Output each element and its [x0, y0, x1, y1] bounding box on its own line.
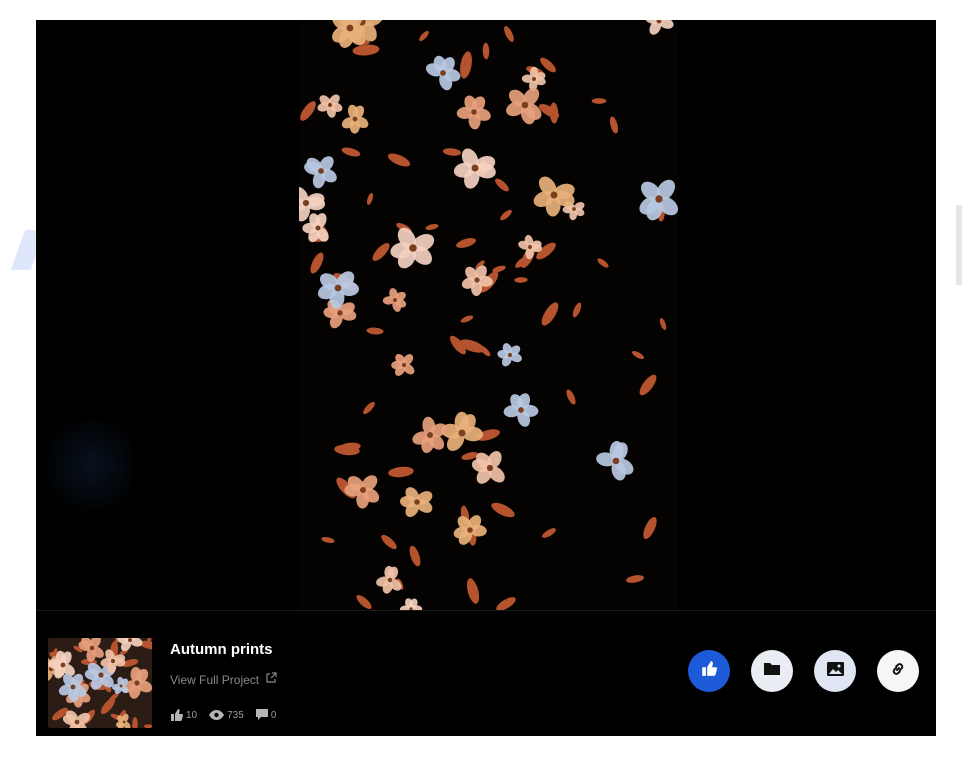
appreciations-stat: 10: [170, 709, 197, 721]
flower-motif: [456, 95, 491, 130]
leaf-motif: [626, 575, 644, 583]
flower-motif: [344, 475, 380, 509]
flower-motif: [506, 87, 542, 125]
leaf-motif: [366, 193, 374, 205]
leaf-motif: [609, 116, 619, 134]
leaf-motif: [514, 277, 528, 283]
flower-motif: [412, 416, 447, 453]
leaf-motif: [541, 302, 559, 326]
leaf-motif: [659, 318, 667, 330]
save-to-moodboard-button[interactable]: [814, 650, 856, 692]
leaf-motif: [496, 597, 516, 610]
leaf-motif: [409, 545, 421, 567]
flower-motif: [382, 288, 407, 312]
leaf-motif: [456, 238, 476, 248]
like-button[interactable]: [688, 650, 730, 692]
flower-motif: [441, 411, 484, 451]
leaf-motif: [542, 528, 556, 538]
views-stat: 735: [209, 710, 244, 721]
leaf-motif: [387, 153, 411, 167]
leaf-motif: [356, 595, 372, 609]
stage-glow: [46, 410, 136, 520]
flower-motif: [399, 598, 423, 610]
link-icon: [890, 661, 906, 682]
flower-motif: [596, 441, 634, 481]
leaf-motif: [363, 401, 375, 415]
flower-motif: [497, 343, 522, 367]
folder-icon: [764, 662, 780, 680]
project-viewer: Autumn prints View Full Project 10 735 0: [36, 20, 936, 736]
leaf-motif: [388, 466, 414, 478]
comments-count: 0: [270, 709, 277, 721]
leaf-motif: [341, 147, 361, 157]
leaf-motif: [643, 516, 657, 540]
leaf-motif: [352, 44, 380, 56]
save-to-collection-button[interactable]: [751, 650, 793, 692]
thumbs-up-icon: [701, 661, 718, 681]
project-stats: 10 735 0: [170, 709, 282, 721]
floral-pattern-svg: [299, 20, 678, 610]
action-buttons: [36, 650, 936, 694]
leaf-motif: [500, 209, 512, 221]
leaf-motif: [639, 374, 657, 396]
leaf-motif: [425, 223, 439, 231]
flower-motif: [317, 94, 343, 118]
leaf-motif: [632, 350, 644, 360]
leaf-motif: [482, 42, 490, 60]
leaf-motif: [460, 315, 474, 323]
flower-motif: [304, 156, 337, 189]
leaf-motif: [381, 534, 397, 550]
project-info-bar: Autumn prints View Full Project 10 735 0: [36, 611, 936, 736]
leaf-motif: [366, 327, 384, 335]
thumbs-up-icon: [170, 709, 183, 721]
image-icon: [826, 661, 844, 681]
flower-motif: [341, 104, 369, 134]
leaf-motif: [321, 537, 335, 543]
flower-motif: [644, 20, 674, 35]
leaf-motif: [491, 502, 515, 518]
leaf-motif: [591, 98, 607, 104]
views-count: 735: [227, 709, 244, 721]
leaf-motif: [504, 26, 514, 42]
leaf-motif: [566, 389, 576, 405]
flower-motif: [521, 66, 546, 92]
leaf-motif: [372, 243, 390, 261]
leaf-motif: [597, 258, 609, 268]
comment-icon: [255, 709, 268, 721]
flower-motif: [390, 227, 435, 269]
flower-motif: [503, 393, 539, 427]
leaf-motif: [419, 30, 429, 42]
leaf-motif: [310, 252, 324, 274]
floral-artwork-image[interactable]: [299, 20, 678, 610]
flower-motif: [639, 179, 678, 221]
leaf-motif: [442, 148, 462, 156]
leaf-motif: [300, 101, 316, 121]
appreciations-count: 10: [186, 709, 198, 721]
image-stage: [36, 20, 936, 610]
background-decoration: [956, 205, 962, 285]
eye-icon: [209, 710, 225, 720]
leaf-motif: [495, 178, 509, 192]
copy-link-button[interactable]: [877, 650, 919, 692]
flower-motif: [400, 487, 433, 518]
leaf-motif: [466, 578, 480, 604]
flower-motif: [425, 55, 461, 91]
leaf-motif: [460, 51, 472, 79]
leaf-motif: [572, 302, 582, 318]
flower-motif: [391, 353, 415, 376]
comments-stat: 0: [255, 709, 277, 721]
